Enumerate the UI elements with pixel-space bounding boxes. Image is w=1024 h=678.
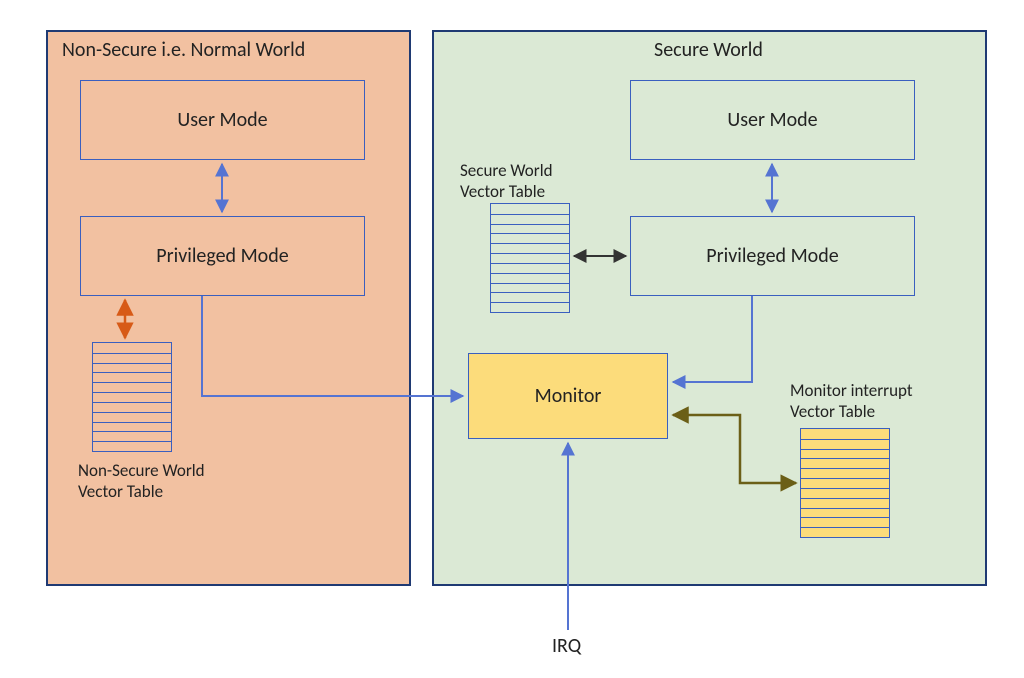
monitor-interrupt-vector-table-label: Monitor interrupt Vector Table: [790, 380, 913, 423]
diagram-canvas: Non-Secure i.e. Normal World Secure Worl…: [0, 0, 1024, 678]
secure-world-privileged-mode-box: Privileged Mode: [630, 216, 915, 296]
monitor-label: Monitor: [535, 384, 602, 408]
monitor-interrupt-vector-table: [800, 428, 890, 538]
normal-world-privileged-mode-box: Privileged Mode: [80, 216, 365, 296]
irq-label: IRQ: [552, 634, 581, 659]
normal-world-privileged-mode-label: Privileged Mode: [156, 244, 288, 268]
normal-world-title: Non-Secure i.e. Normal World: [62, 38, 305, 62]
secure-world-title: Secure World: [654, 38, 763, 62]
non-secure-vector-table: [92, 342, 172, 452]
secure-world-privileged-mode-label: Privileged Mode: [706, 244, 838, 268]
normal-world-user-mode-box: User Mode: [80, 80, 365, 160]
normal-world-user-mode-label: User Mode: [177, 108, 267, 132]
secure-world-vector-table-label: Secure World Vector Table: [460, 160, 553, 203]
secure-world-user-mode-label: User Mode: [727, 108, 817, 132]
non-secure-vector-table-label: Non-Secure World Vector Table: [78, 460, 205, 503]
secure-world-user-mode-box: User Mode: [630, 80, 915, 160]
monitor-box: Monitor: [468, 353, 668, 439]
secure-world-vector-table: [490, 203, 570, 313]
